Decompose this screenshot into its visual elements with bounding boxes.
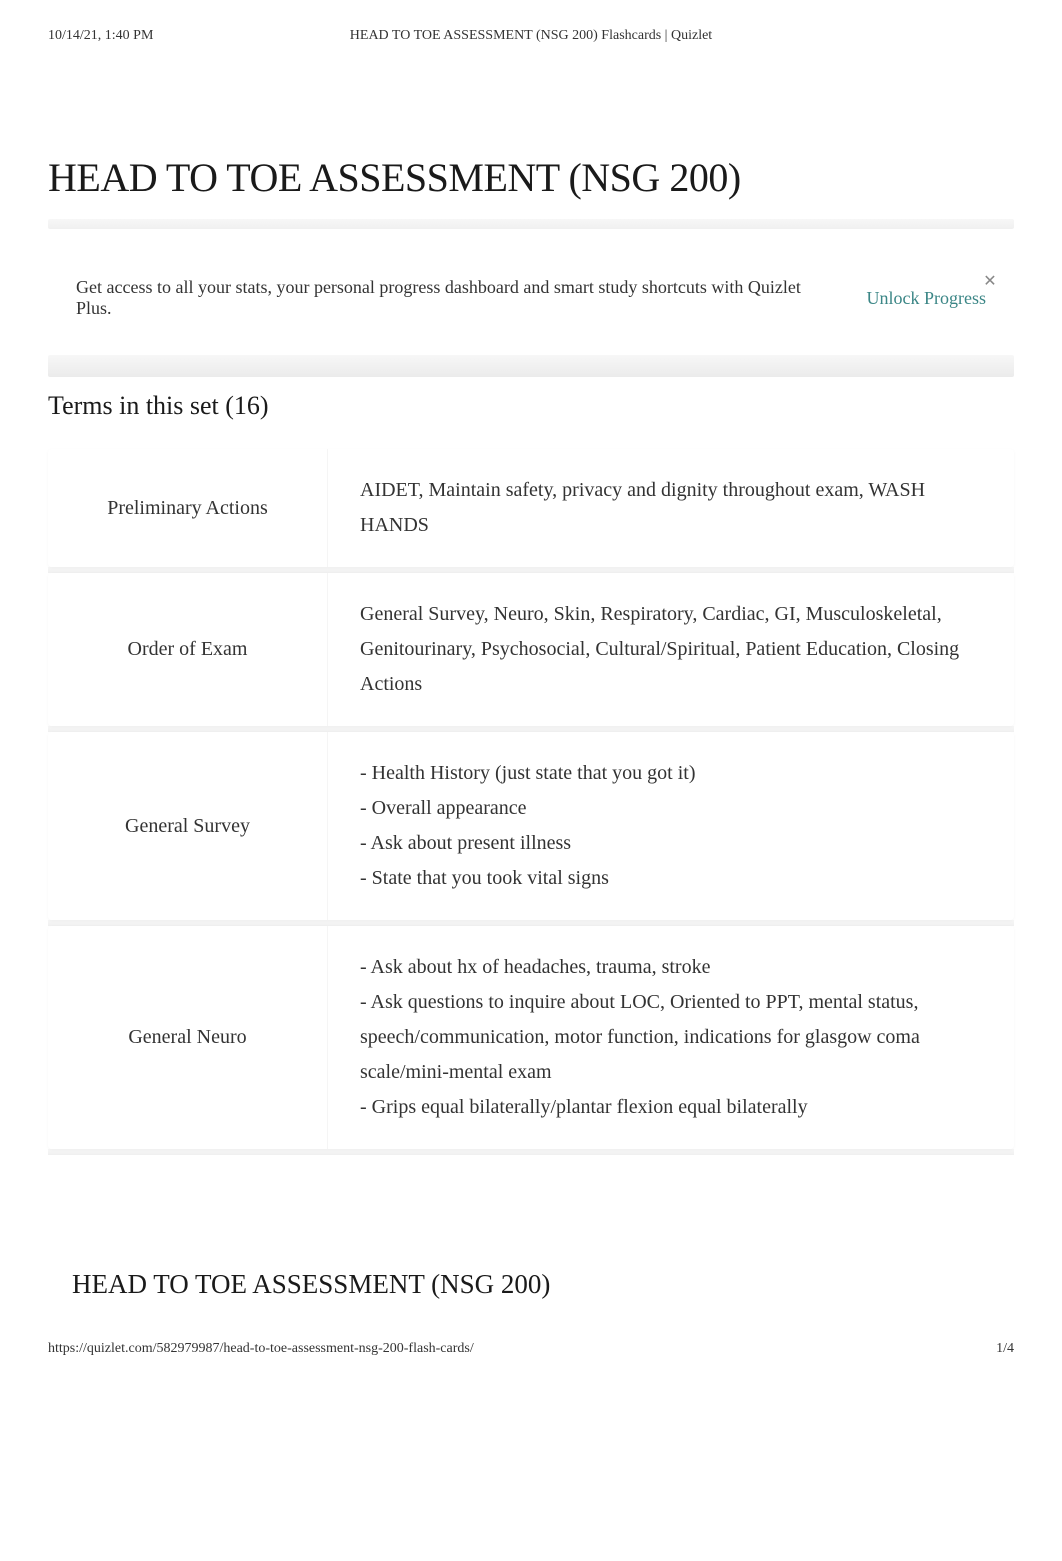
section-title: Terms in this set (16)	[48, 391, 1014, 421]
main-content: HEAD TO TOE ASSESSMENT (NSG 200) Get acc…	[0, 154, 1062, 1300]
card-definition: General Survey, Neuro, Skin, Respiratory…	[328, 573, 1014, 726]
footer-page-number: 1/4	[996, 1341, 1014, 1357]
unlock-progress-link[interactable]: Unlock Progress	[867, 288, 987, 309]
card-term: General Survey	[48, 732, 328, 920]
card-term: Order of Exam	[48, 573, 328, 726]
divider	[48, 355, 1014, 377]
promo-text: Get access to all your stats, your perso…	[76, 277, 827, 319]
close-icon[interactable]: ✕	[980, 271, 1000, 291]
print-footer: https://quizlet.com/582979987/head-to-to…	[48, 1341, 1014, 1357]
footer-url: https://quizlet.com/582979987/head-to-to…	[48, 1341, 474, 1357]
card-definition: AIDET, Maintain safety, privacy and dign…	[328, 449, 1014, 567]
flashcard[interactable]: Order of Exam General Survey, Neuro, Ski…	[48, 573, 1014, 726]
page-title: HEAD TO TOE ASSESSMENT (NSG 200)	[48, 154, 1014, 201]
flashcard[interactable]: Preliminary Actions AIDET, Maintain safe…	[48, 449, 1014, 567]
print-timestamp: 10/14/21, 1:40 PM	[48, 28, 153, 44]
card-list: Preliminary Actions AIDET, Maintain safe…	[48, 449, 1014, 1149]
footer-title: HEAD TO TOE ASSESSMENT (NSG 200)	[72, 1269, 1014, 1300]
print-page-title: HEAD TO TOE ASSESSMENT (NSG 200) Flashca…	[350, 28, 712, 44]
flashcard[interactable]: General Neuro - Ask about hx of headache…	[48, 926, 1014, 1149]
divider	[48, 219, 1014, 229]
flashcard[interactable]: General Survey - Health History (just st…	[48, 732, 1014, 920]
card-definition: - Health History (just state that you go…	[328, 732, 1014, 920]
print-header: 10/14/21, 1:40 PM HEAD TO TOE ASSESSMENT…	[0, 0, 1062, 44]
card-term: Preliminary Actions	[48, 449, 328, 567]
promo-banner: Get access to all your stats, your perso…	[48, 259, 1014, 337]
card-definition: - Ask about hx of headaches, trauma, str…	[328, 926, 1014, 1149]
card-term: General Neuro	[48, 926, 328, 1149]
